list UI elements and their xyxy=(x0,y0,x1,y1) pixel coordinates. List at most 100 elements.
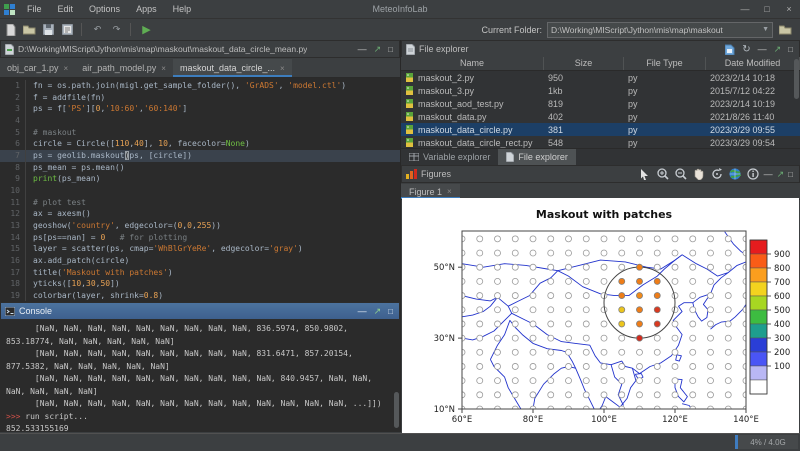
editor-title-bar[interactable]: D:\Working\MIScript\Jython\mis\map\masko… xyxy=(0,40,400,58)
python-file-icon xyxy=(405,125,414,134)
new-file-button[interactable] xyxy=(2,22,19,37)
window-close-button[interactable]: × xyxy=(778,4,800,14)
new-document-icon[interactable] xyxy=(725,44,735,55)
editor-tab[interactable]: air_path_model.py× xyxy=(75,59,173,77)
python-file-icon xyxy=(405,73,414,82)
tab-variable-explorer[interactable]: Variable explorer xyxy=(401,149,498,165)
file-explorer-title-bar[interactable]: File explorer ↻ — ↗ □ xyxy=(401,40,800,58)
file-row[interactable]: maskout_2.py950py2023/2/14 10:18 xyxy=(401,71,800,84)
close-icon[interactable]: × xyxy=(447,187,452,196)
save-button[interactable] xyxy=(40,22,57,37)
save-as-button[interactable] xyxy=(59,22,76,37)
file-table: NameSizeFile TypeDate Modified maskout_2… xyxy=(401,57,800,149)
figures-title-bar[interactable]: Figures — ↗ □ xyxy=(401,165,800,183)
file-row[interactable]: maskout_data_circle.py381py2023/3/29 09:… xyxy=(401,123,800,136)
rotate-icon[interactable] xyxy=(710,168,724,181)
editor-tab[interactable]: obj_car_1.py× xyxy=(0,59,75,77)
file-explorer-minimize-icon[interactable]: — xyxy=(758,44,767,54)
console-minimize-icon[interactable]: — xyxy=(358,306,367,316)
svg-text:900: 900 xyxy=(774,250,790,260)
file-explorer-float-icon[interactable]: ↗ xyxy=(774,44,782,55)
open-file-button[interactable] xyxy=(21,22,38,37)
code-lines[interactable]: 1fn = os.path.join(migl.get_sample_folde… xyxy=(0,78,400,301)
code-line: 7ps = geolib.maskout(ps, [circle]) xyxy=(0,150,400,162)
svg-text:80°E: 80°E xyxy=(523,415,543,425)
undo-button[interactable]: ↶ xyxy=(89,22,106,37)
svg-text:600: 600 xyxy=(774,292,790,302)
editor-tab[interactable]: maskout_data_circle_...× xyxy=(173,59,292,77)
figures-maximize-icon[interactable]: □ xyxy=(788,170,793,179)
zoom-in-icon[interactable] xyxy=(656,168,670,181)
chevron-down-icon[interactable]: ▼ xyxy=(762,26,769,33)
column-header[interactable]: Size xyxy=(544,57,624,70)
pan-hand-icon[interactable] xyxy=(692,168,706,181)
svg-text:500: 500 xyxy=(774,306,790,316)
file-explorer-maximize-icon[interactable]: □ xyxy=(788,45,793,54)
column-header[interactable]: File Type xyxy=(624,57,706,70)
code-line: 3ps = f['PS'][0,'10:60','60:140'] xyxy=(0,103,400,115)
browse-folder-button[interactable] xyxy=(777,22,794,37)
menu-apps[interactable]: Apps xyxy=(128,4,165,14)
figures-title: Figures xyxy=(421,169,451,179)
tab-figure-1[interactable]: Figure 1 × xyxy=(401,184,460,199)
menu-file[interactable]: File xyxy=(19,4,50,14)
console-title-bar[interactable]: Console — ↗ □ xyxy=(0,302,400,320)
console-float-icon[interactable]: ↗ xyxy=(374,306,382,317)
console-output[interactable]: [NaN, NaN, NaN, NaN, NaN, NaN, NaN, NaN,… xyxy=(0,320,400,448)
run-script-button[interactable]: ▶ xyxy=(138,22,155,37)
figure-tab-label: Figure 1 xyxy=(409,187,442,197)
editor-minimize-icon[interactable]: — xyxy=(358,44,367,54)
code-line: 18yticks([10,30,50]) xyxy=(0,278,400,290)
console-scrollbar[interactable] xyxy=(394,392,399,428)
zoom-out-icon[interactable] xyxy=(674,168,688,181)
current-folder-value: D:\Working\MIScript\Jython\mis\map\masko… xyxy=(551,25,723,35)
menu-options[interactable]: Options xyxy=(81,4,128,14)
editor-maximize-icon[interactable]: □ xyxy=(388,45,393,54)
code-line: 17title('Maskout with patches') xyxy=(0,267,400,279)
main-toolbar: ↶ ↷ ▶ Current Folder: D:\Working\MIScrip… xyxy=(0,19,800,41)
code-line: 2f = addfile(fn) xyxy=(0,92,400,104)
svg-text:100: 100 xyxy=(774,362,790,372)
redo-button[interactable]: ↷ xyxy=(108,22,125,37)
close-icon[interactable]: × xyxy=(161,64,166,73)
console-maximize-icon[interactable]: □ xyxy=(388,307,393,316)
column-header[interactable]: Date Modified xyxy=(706,57,800,70)
globe-icon[interactable] xyxy=(728,168,742,181)
menu-edit[interactable]: Edit xyxy=(50,4,82,14)
console-title: Console xyxy=(19,306,52,316)
close-icon[interactable]: × xyxy=(280,64,285,73)
window-maximize-button[interactable]: □ xyxy=(756,4,778,14)
file-table-header[interactable]: NameSizeFile TypeDate Modified xyxy=(401,57,800,71)
column-header[interactable]: Name xyxy=(401,57,544,70)
window-minimize-button[interactable]: — xyxy=(734,4,756,14)
editor-file-path: D:\Working\MIScript\Jython\mis\map\masko… xyxy=(18,44,307,54)
menu-help[interactable]: Help xyxy=(165,4,200,14)
figures-minimize-icon[interactable]: — xyxy=(764,169,773,179)
editor-float-icon[interactable]: ↗ xyxy=(374,44,382,55)
svg-text:60°E: 60°E xyxy=(452,415,472,425)
console-line: [NaN, NaN, NaN, NaN, NaN, NaN, NaN, NaN,… xyxy=(6,398,398,411)
code-line: 19colorbar(layer, shrink=0.8) xyxy=(0,290,400,302)
memory-indicator[interactable]: 4% / 4.0G xyxy=(735,435,798,449)
svg-text:700: 700 xyxy=(774,278,790,288)
variable-grid-icon xyxy=(409,153,419,161)
code-line: 8ps_mean = ps.mean() xyxy=(0,162,400,174)
meteoinfolab-window: File Edit Options Apps Help MeteoInfoLab… xyxy=(0,0,800,451)
file-explorer-scrollbar[interactable] xyxy=(794,59,799,99)
figures-float-icon[interactable]: ↗ xyxy=(777,169,785,180)
select-arrow-icon[interactable] xyxy=(638,168,652,181)
file-row[interactable]: maskout_3.py1kbpy2015/7/12 04:22 xyxy=(401,84,800,97)
refresh-icon[interactable]: ↻ xyxy=(742,44,750,55)
current-folder-label: Current Folder: xyxy=(481,25,542,35)
close-icon[interactable]: × xyxy=(64,64,69,73)
file-row[interactable]: maskout_data.py402py2021/8/26 11:40 xyxy=(401,110,800,123)
svg-text:30°N: 30°N xyxy=(434,334,455,344)
statusbar xyxy=(0,433,800,451)
editor-tab-bar: obj_car_1.py×air_path_model.py×maskout_d… xyxy=(0,58,400,78)
identify-info-icon[interactable] xyxy=(746,168,760,181)
figure-canvas[interactable]: Maskout with patches60°E80°E100°E120°E14… xyxy=(402,198,799,433)
current-folder-combobox[interactable]: D:\Working\MIScript\Jython\mis\map\masko… xyxy=(547,22,773,38)
explorer-bottom-tabs: Variable explorerFile explorer xyxy=(401,148,800,165)
tab-file-explorer[interactable]: File explorer xyxy=(498,149,576,165)
file-row[interactable]: maskout_aod_test.py819py2023/2/14 10:19 xyxy=(401,97,800,110)
